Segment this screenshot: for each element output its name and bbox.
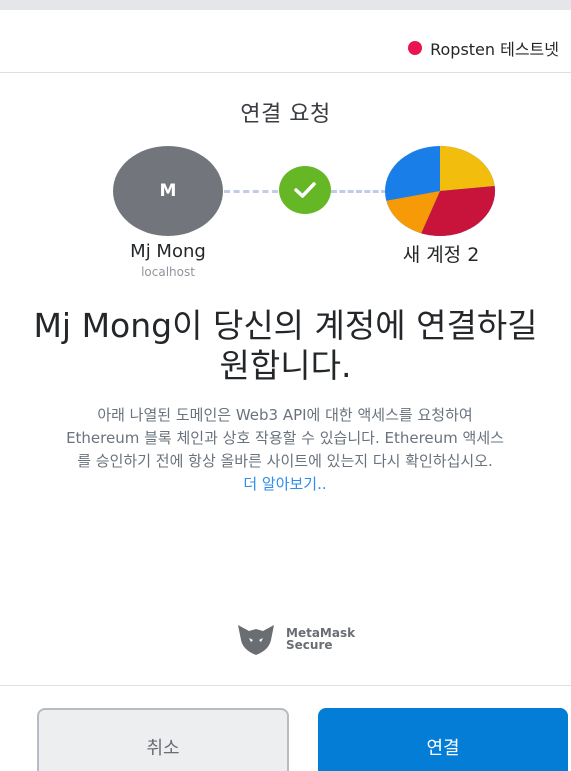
connect-request-page: Ropsten 테스트넷 연결 요청 M Mj Mong localhost 새…: [0, 0, 571, 771]
network-selector[interactable]: Ropsten 테스트넷: [408, 36, 559, 60]
network-label: Ropsten 테스트넷: [430, 40, 559, 59]
page-title: 연결 요청: [240, 102, 331, 127]
footer-divider: [0, 685, 571, 686]
header: Ropsten 테스트넷: [0, 10, 571, 73]
connection-headline: Mj Mong이 당신의 계정에 연결하길 원합니다.: [33, 306, 538, 385]
learn-more-link[interactable]: 더 알아보기..: [66, 473, 504, 496]
secure-badge-line2: Secure: [286, 638, 333, 652]
check-icon: [279, 166, 331, 214]
account-identicon: [385, 146, 495, 236]
site-avatar-letter: M: [159, 181, 177, 201]
site-name: Mj Mong: [130, 241, 206, 262]
connection-description: 아래 나열된 도메인은 Web3 API에 대한 액세스를 요청하여 Ether…: [66, 404, 504, 496]
site-avatar: M: [113, 146, 223, 236]
description-text: 아래 나열된 도메인은 Web3 API에 대한 액세스를 요청하여 Ether…: [66, 406, 504, 470]
fox-shield-icon: [238, 625, 274, 655]
connector-line-right: [331, 190, 387, 193]
cancel-button[interactable]: 취소: [37, 708, 289, 771]
connect-button[interactable]: 연결: [318, 708, 568, 771]
top-bar: [0, 0, 571, 10]
connector-line-left: [224, 190, 278, 193]
site-host: localhost: [141, 265, 195, 279]
account-name: 새 계정 2: [402, 244, 480, 266]
metamask-secure-badge: MetaMask Secure: [236, 622, 355, 656]
network-status-dot: [408, 41, 423, 55]
